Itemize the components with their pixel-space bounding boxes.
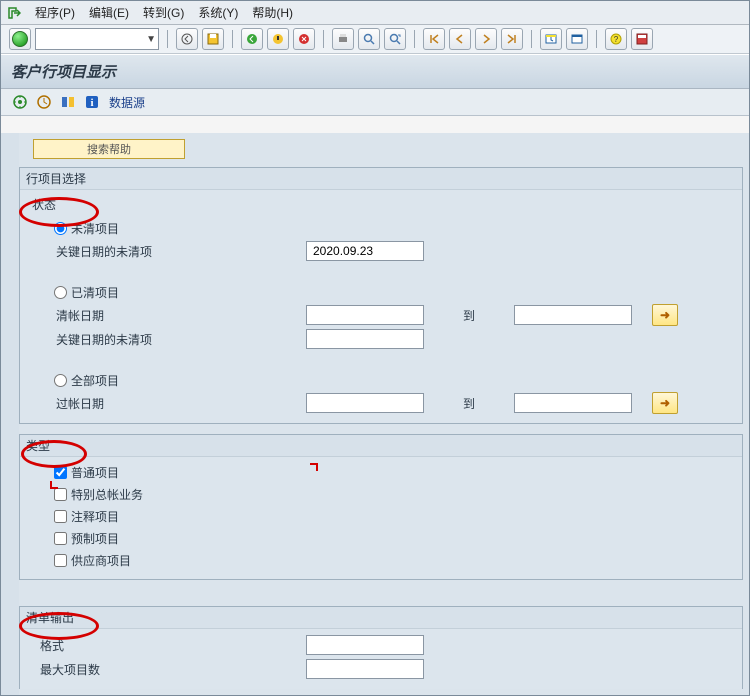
find-button[interactable] [358,28,380,50]
app-toolbar: i 数据源 [1,89,749,116]
posting-date-to[interactable] [514,393,632,413]
check-normal[interactable]: 普通项目 [54,461,738,483]
last-page-button[interactable] [501,28,523,50]
check-special-gl-label: 特别总帐业务 [71,486,143,503]
list-output-group: 清单输出 格式 最大项目数 [19,606,743,689]
search-help-label: 搜索帮助 [87,141,131,157]
line-item-selection-title: 行项目选择 [20,168,742,190]
next-page-button[interactable] [475,28,497,50]
svg-text:i: i [90,97,93,109]
menu-goto[interactable]: 转到(G) [143,4,184,21]
line-item-selection-group: 行项目选择 状态 未清项目 关键日期的未清项 已清项目 清帐日期 到 ➜ 关键日… [19,167,743,424]
help-button[interactable]: ? [605,28,627,50]
separator [596,30,597,48]
new-session-button[interactable] [540,28,562,50]
first-page-button[interactable] [423,28,445,50]
separator [232,30,233,48]
check-vendor-label: 供应商项目 [71,552,131,569]
menu-edit[interactable]: 编辑(E) [89,4,129,21]
to-label-2: 到 [424,395,514,412]
svg-text:?: ? [614,35,619,44]
separator [414,30,415,48]
info-icon[interactable]: i [83,93,101,111]
page-title: 客户行项目显示 [1,54,749,89]
exit-button[interactable] [267,28,289,50]
annotation-corner [50,481,58,489]
find-next-button[interactable] [384,28,406,50]
menu-bar: 程序(P) 编辑(E) 转到(G) 系统(Y) 帮助(H) [1,1,749,25]
enter-button[interactable] [9,28,31,50]
execute-icon[interactable] [11,93,29,111]
check-parked-label: 预制项目 [71,530,119,547]
menu-help[interactable]: 帮助(H) [252,4,293,21]
clearing-date-to[interactable] [514,305,632,325]
check-normal-label: 普通项目 [71,464,119,481]
type-title: 类型 [20,435,742,457]
list-output-title: 清单输出 [20,607,742,629]
separator [323,30,324,48]
selection-icon[interactable] [59,93,77,111]
cancel-button[interactable] [293,28,315,50]
prev-page-button[interactable] [449,28,471,50]
clearing-date-more[interactable]: ➜ [652,304,678,326]
menu-leading-icon[interactable] [7,6,21,20]
menu-system[interactable]: 系统(Y) [198,4,238,21]
radio-all-items[interactable]: 全部项目 [54,369,738,391]
main-area: 搜索帮助 行项目选择 状态 未清项目 关键日期的未清项 已清项目 清帐日期 到 … [19,133,749,695]
datasource-link[interactable]: 数据源 [109,94,145,111]
type-group: 类型 普通项目 特别总帐业务 注释项目 预制项目 供应商项目 [19,434,743,580]
to-label: 到 [424,307,514,324]
left-strip [1,133,20,695]
save-button[interactable] [202,28,224,50]
radio-open-items[interactable]: 未清项目 [54,217,738,239]
annotation-corner [310,463,318,471]
clearing-date-from[interactable] [306,305,424,325]
separator [167,30,168,48]
clearing-date-label: 清帐日期 [24,307,226,324]
posting-date-from[interactable] [306,393,424,413]
check-noted-label: 注释项目 [71,508,119,525]
radio-cleared-items[interactable]: 已清项目 [54,281,738,303]
max-items-label: 最大项目数 [24,661,210,678]
back-green-button[interactable] [241,28,263,50]
check-noted[interactable]: 注释项目 [54,505,738,527]
open-key-date-label: 关键日期的未清项 [24,243,226,260]
layout-input[interactable] [306,635,424,655]
command-field[interactable]: ▼ [35,28,159,50]
check-vendor[interactable]: 供应商项目 [54,549,738,571]
layout-button[interactable] [631,28,653,50]
separator [531,30,532,48]
status-subtitle: 状态 [24,194,738,217]
back-button[interactable] [176,28,198,50]
menu-program[interactable]: 程序(P) [35,4,75,21]
standard-toolbar: ▼ ? [1,25,749,54]
radio-cleared-label: 已清项目 [71,284,119,301]
check-special-gl[interactable]: 特别总帐业务 [54,483,738,505]
radio-open-label: 未清项目 [71,220,119,237]
open-key-date-input[interactable] [306,241,424,261]
key-date-input[interactable] [306,329,424,349]
radio-all-label: 全部项目 [71,372,119,389]
posting-date-more[interactable]: ➜ [652,392,678,414]
check-parked[interactable]: 预制项目 [54,527,738,549]
chevron-down-icon: ▼ [146,34,156,45]
variant-icon[interactable] [35,93,53,111]
shortcut-button[interactable] [566,28,588,50]
max-items-input[interactable] [306,659,424,679]
key-date-label: 关键日期的未清项 [24,331,226,348]
posting-date-label: 过帐日期 [24,395,226,412]
search-help-button[interactable]: 搜索帮助 [33,139,185,159]
layout-label: 格式 [24,637,210,654]
print-button[interactable] [332,28,354,50]
